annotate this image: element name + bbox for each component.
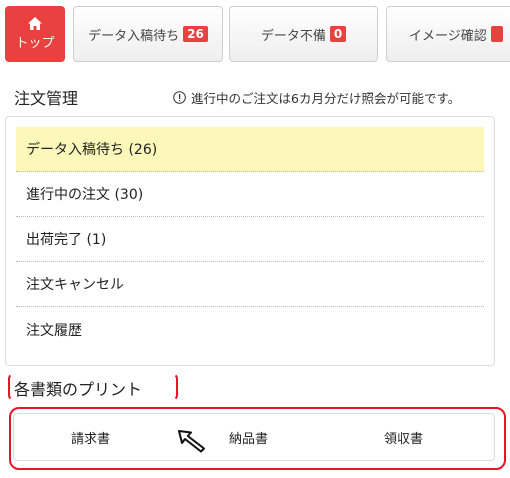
arrow-pointer-icon: [178, 430, 205, 453]
list-item[interactable]: 注文キャンセル: [16, 262, 484, 307]
list-item[interactable]: 注文履歴: [16, 307, 484, 352]
list-item[interactable]: データ入稿待ち (26): [16, 127, 484, 172]
list-item[interactable]: 出荷完了 (1): [16, 217, 484, 262]
info-icon: [173, 91, 186, 104]
tab-home[interactable]: トップ: [5, 6, 65, 62]
title-highlight-box: [8, 373, 178, 401]
list-item-label: 進行中の注文 (30): [26, 187, 144, 203]
tab-label: データ入稿待ち: [88, 28, 180, 44]
list-item-label: 注文キャンセル: [26, 277, 124, 293]
tab-data-waiting[interactable]: データ入稿待ち 26: [73, 6, 223, 62]
count-badge: 26: [183, 26, 208, 42]
tab-image-confirm[interactable]: イメージ確認: [386, 6, 510, 62]
notice-text: 進行中のご注文は6カ月分だけ照会が可能です。: [191, 91, 461, 106]
print-highlight-box: [9, 407, 506, 470]
order-management-title: 注文管理: [14, 89, 79, 108]
count-badge: [490, 26, 503, 42]
list-item-label: 注文履歴: [26, 322, 82, 339]
top-tab-bar: トップ データ入稿待ち 26 データ不備 0 イメージ確認: [5, 6, 510, 62]
order-notice: 進行中のご注文は6カ月分だけ照会が可能です。: [173, 88, 460, 107]
tab-label: イメージ確認: [409, 28, 487, 44]
tab-data-defect[interactable]: データ不備 0: [229, 6, 378, 62]
tab-label: データ不備: [260, 28, 326, 44]
list-item-label: 出荷完了 (1): [26, 232, 107, 248]
list-item-label: データ入稿待ち (26): [26, 142, 158, 158]
home-icon: [28, 17, 42, 30]
order-status-list: データ入稿待ち (26) 進行中の注文 (30) 出荷完了 (1) 注文キャンセ…: [5, 116, 495, 366]
list-item[interactable]: 進行中の注文 (30): [16, 172, 484, 217]
count-badge: 0: [329, 26, 347, 42]
tab-home-label: トップ: [15, 36, 55, 51]
